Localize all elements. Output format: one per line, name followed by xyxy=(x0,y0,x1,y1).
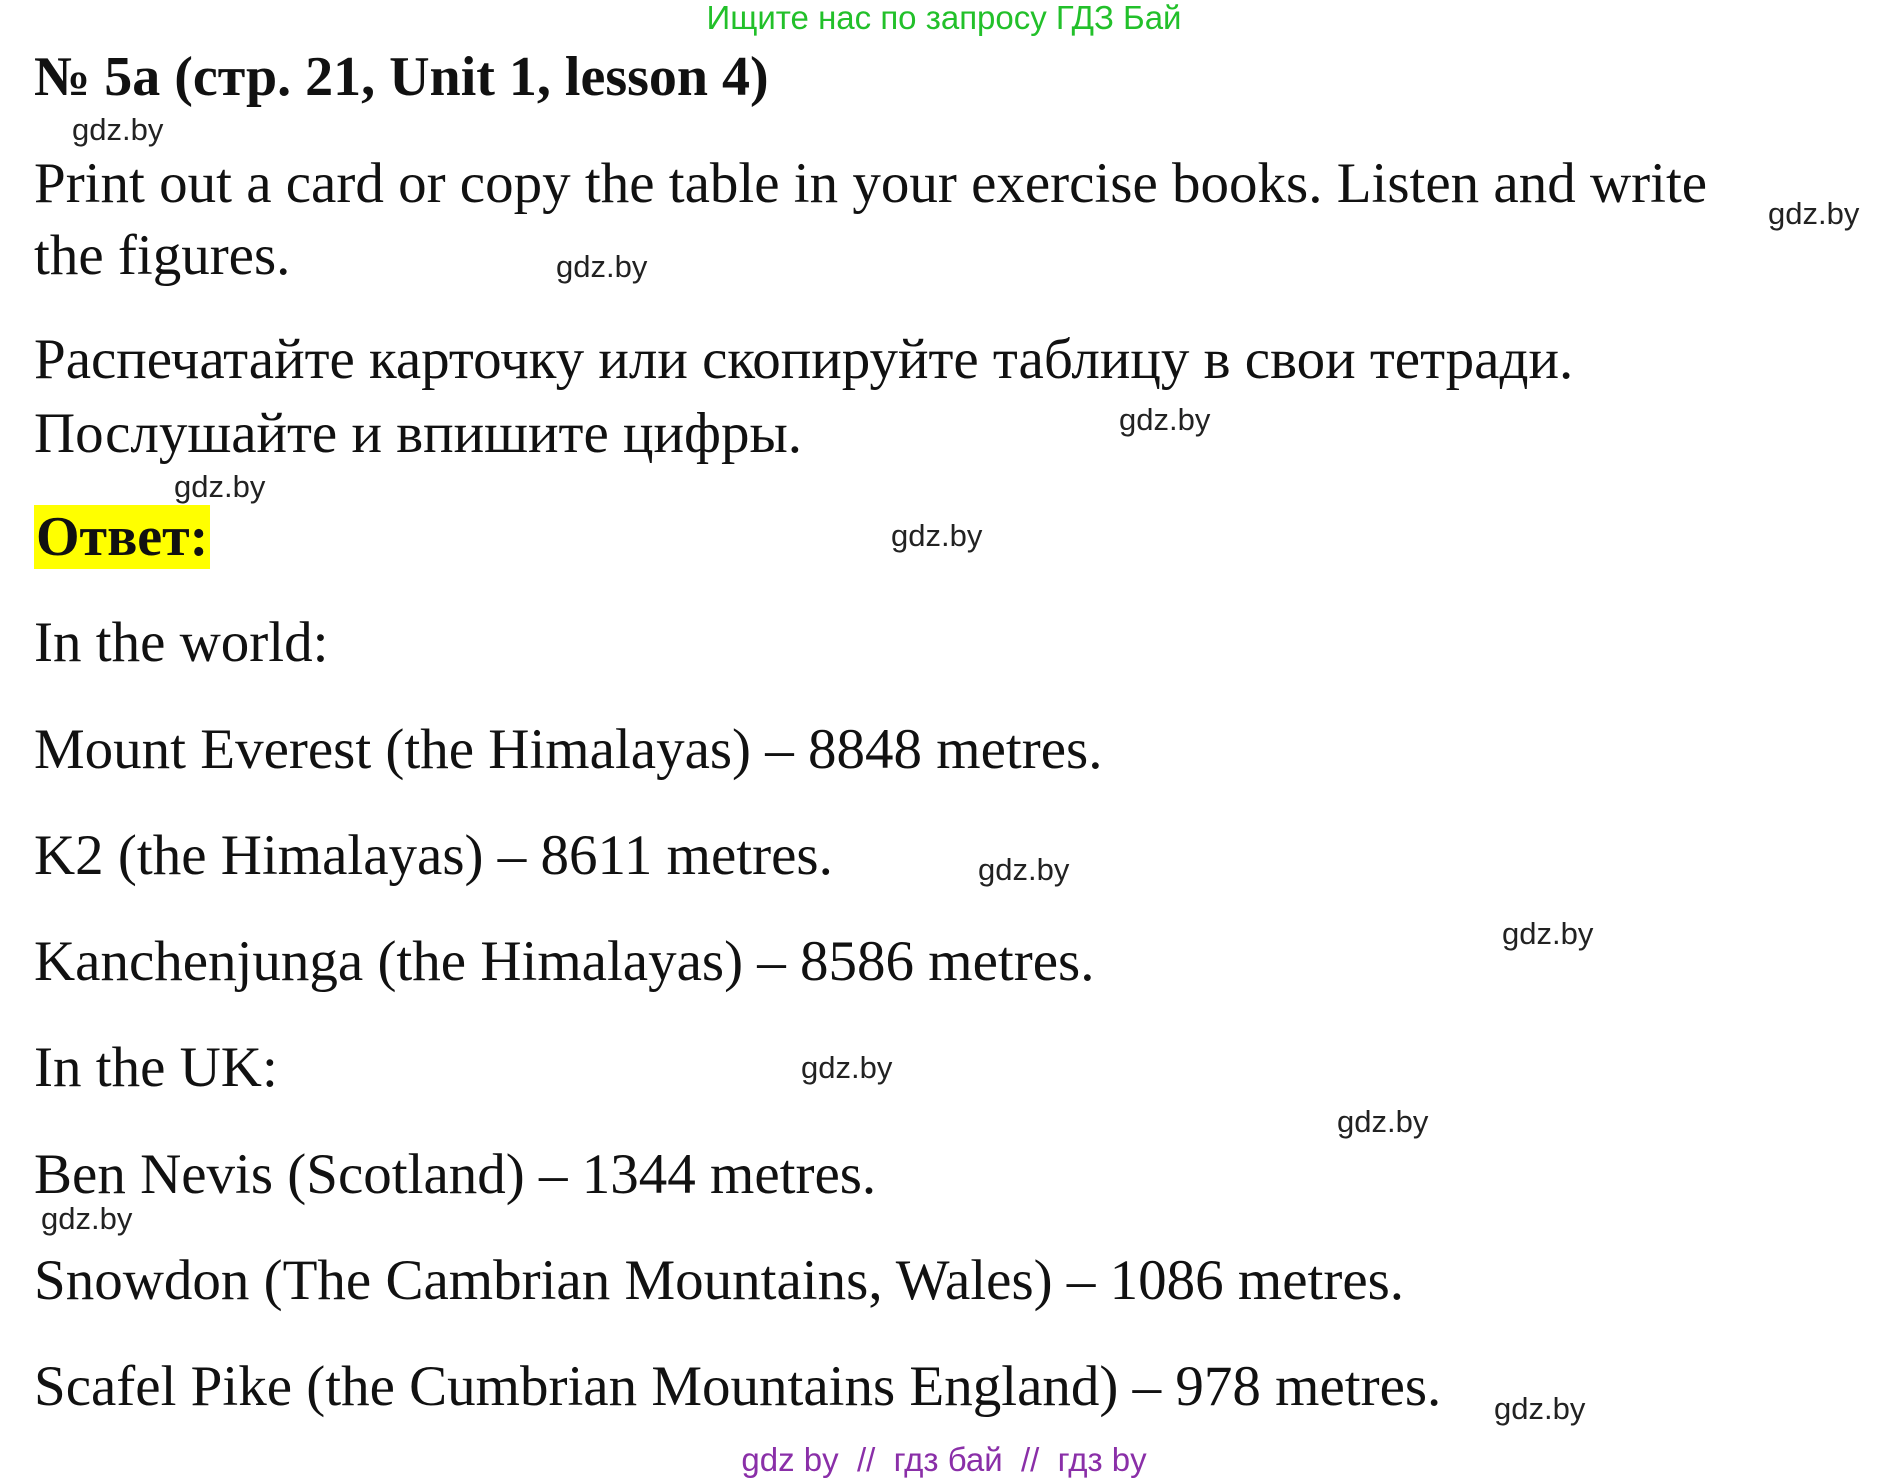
task-en-line-2: the figures. xyxy=(34,224,291,287)
answer-line: Snowdon (The Cambrian Mountains, Wales) … xyxy=(34,1249,1405,1312)
exercise-title: № 5a (стр. 21, Unit 1, lesson 4) xyxy=(34,46,769,108)
task-en-line-1: Print out a card or copy the table in yo… xyxy=(34,152,1708,215)
answer-line: In the UK: xyxy=(34,1036,278,1099)
answer-line: In the world: xyxy=(34,611,329,674)
watermark: gdz.by xyxy=(72,112,164,147)
watermark: gdz.by xyxy=(801,1050,893,1085)
task-ru-line-1: Распечатайте карточку или скопируйте таб… xyxy=(34,328,1574,391)
answer-label: Ответ: xyxy=(34,505,211,569)
watermark: gdz.by xyxy=(891,518,983,553)
watermark: gdz.by xyxy=(1502,916,1594,951)
answer-line: Kanchenjunga (the Himalayas) – 8586 metr… xyxy=(34,930,1095,993)
watermark: gdz.by xyxy=(1337,1104,1429,1139)
watermark: gdz.by xyxy=(174,469,266,504)
top-banner: Ищите нас по запросу ГДЗ Бай xyxy=(706,0,1182,36)
watermark: gdz.by xyxy=(1494,1391,1586,1426)
watermark: gdz.by xyxy=(41,1201,133,1236)
footer-watermark: gdz by // гдз бай // гдз by xyxy=(741,1441,1147,1478)
answer-line: K2 (the Himalayas) – 8611 metres. xyxy=(34,824,833,887)
watermark: gdz.by xyxy=(1768,196,1860,231)
answer-line: Mount Everest (the Himalayas) – 8848 met… xyxy=(34,718,1103,781)
answer-line: Ben Nevis (Scotland) – 1344 metres. xyxy=(34,1143,877,1206)
watermark: gdz.by xyxy=(556,249,648,284)
task-ru-line-2: Послушайте и впишите цифры. xyxy=(34,402,802,465)
watermark: gdz.by xyxy=(978,852,1070,887)
answer-line: Scafel Pike (the Cumbrian Mountains Engl… xyxy=(34,1355,1442,1418)
watermark: gdz.by xyxy=(1119,402,1211,437)
